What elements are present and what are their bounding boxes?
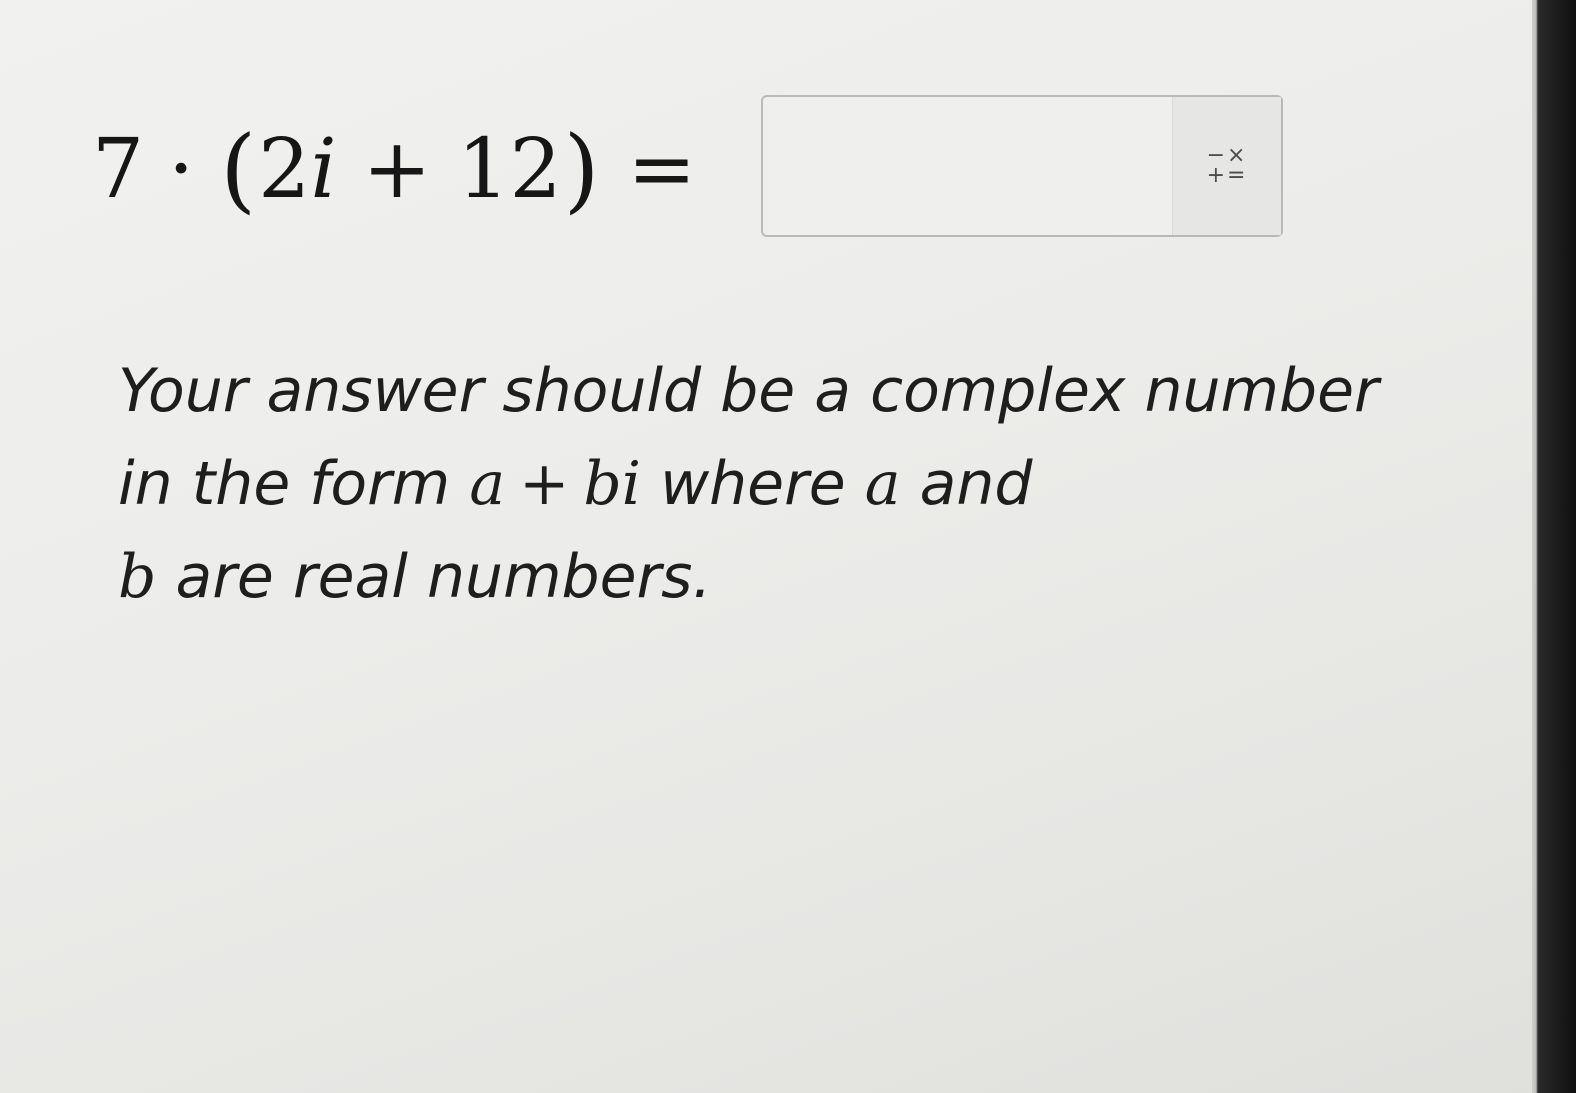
math-var-b: b	[118, 542, 157, 612]
multiply-dot: ·	[168, 121, 195, 217]
plus-sign: +	[362, 121, 432, 217]
plus-equals-icon: +=	[1206, 163, 1248, 188]
math-keypad-button[interactable]: −× +=	[1172, 97, 1281, 235]
instructions-text: Your answer should be a complex number i…	[118, 345, 1408, 624]
question-expression: 7 · ( 2 i + 12 ) =	[92, 104, 722, 234]
term1-number: 2	[258, 121, 311, 217]
coefficient: 7	[92, 121, 145, 217]
math-plus: +	[519, 449, 570, 519]
instructions-part4: are real numbers.	[156, 542, 712, 612]
instructions-part3: and	[900, 449, 1033, 519]
instructions-part2: where	[641, 449, 865, 519]
term2-number: 12	[457, 121, 562, 217]
math-var-a-2: a	[864, 449, 901, 519]
imaginary-unit: i	[310, 121, 337, 217]
math-var-a: a	[469, 449, 506, 519]
open-paren: (	[220, 115, 257, 223]
equals-sign: =	[627, 121, 697, 217]
math-var-bi: bi	[583, 449, 641, 519]
monitor-bezel	[1532, 0, 1576, 1093]
answer-input[interactable]	[763, 97, 1173, 235]
answer-box: −× +=	[761, 95, 1283, 237]
close-paren: )	[563, 115, 600, 223]
